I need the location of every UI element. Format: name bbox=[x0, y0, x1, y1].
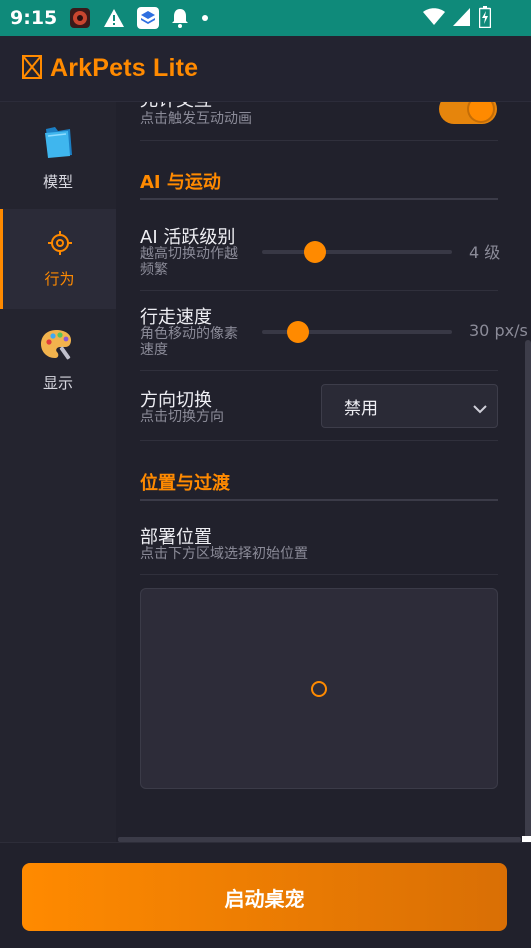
app-notification-icon bbox=[69, 7, 91, 29]
sidebar: 模型 行为 显示 bbox=[0, 102, 116, 842]
deploy-position-desc: 点击下方区域选择初始位置 bbox=[140, 546, 308, 562]
launch-pet-button[interactable]: 启动桌宠 bbox=[22, 863, 507, 931]
vertical-scrollbar[interactable] bbox=[525, 340, 531, 840]
walk-speed-desc: 速度 bbox=[140, 342, 168, 358]
direction-select-value: 禁用 bbox=[344, 398, 378, 419]
section-title-ai: AI 与运动 bbox=[140, 172, 221, 193]
sidebar-item-label: 模型 bbox=[42, 172, 73, 191]
sidebar-item-label: 显示 bbox=[42, 373, 73, 392]
slider-thumb[interactable] bbox=[304, 241, 327, 263]
divider bbox=[140, 290, 498, 291]
toggle-knob bbox=[469, 102, 493, 121]
ai-level-slider[interactable] bbox=[262, 241, 452, 263]
warning-icon bbox=[103, 8, 125, 28]
palette-icon bbox=[40, 328, 76, 364]
divider bbox=[140, 440, 498, 441]
app-header: ArkPets Lite bbox=[0, 36, 531, 102]
slider-thumb[interactable] bbox=[287, 321, 310, 343]
section-divider bbox=[140, 499, 498, 501]
divider bbox=[140, 140, 498, 141]
app-title: ArkPets Lite bbox=[50, 54, 199, 82]
ai-level-value: 4 级 bbox=[469, 243, 501, 262]
position-marker bbox=[311, 680, 327, 697]
walk-speed-desc: 角色移动的像素 bbox=[140, 326, 238, 342]
sidebar-item-label: 行为 bbox=[44, 269, 75, 288]
ai-level-desc: 越高切换动作越 bbox=[140, 246, 238, 262]
gear-icon bbox=[47, 230, 73, 260]
chevron-down-icon bbox=[473, 399, 487, 419]
position-picker-area[interactable] bbox=[140, 588, 498, 789]
sidebar-item-behavior[interactable]: 行为 bbox=[0, 209, 116, 309]
settings-content[interactable]: 允许交互 点击触发互动动画 AI 与运动 AI 活跃级别 越高切换动作越 频繁 … bbox=[116, 102, 531, 842]
status-bar: 9:15 bbox=[0, 0, 531, 36]
section-divider bbox=[140, 198, 498, 200]
signal-icon bbox=[453, 8, 471, 30]
battery-charging-icon bbox=[478, 6, 492, 32]
section-title-position: 位置与过渡 bbox=[140, 473, 230, 494]
interaction-toggle[interactable] bbox=[439, 102, 497, 124]
layers-app-icon bbox=[137, 7, 160, 29]
status-time: 9:15 bbox=[10, 7, 58, 29]
direction-desc: 点击切换方向 bbox=[140, 409, 224, 425]
wifi-icon bbox=[423, 8, 445, 30]
folder-icon bbox=[43, 125, 73, 163]
box-x-icon bbox=[22, 54, 42, 83]
dot-icon bbox=[201, 14, 209, 22]
slider-track bbox=[262, 250, 452, 254]
divider bbox=[140, 370, 498, 371]
walk-speed-slider[interactable] bbox=[262, 321, 452, 343]
divider bbox=[140, 574, 498, 575]
setting-desc: 点击触发互动动画 bbox=[140, 111, 252, 127]
sidebar-item-model[interactable]: 模型 bbox=[0, 108, 116, 208]
direction-select[interactable]: 禁用 bbox=[321, 384, 498, 428]
bell-icon bbox=[171, 8, 189, 28]
walk-speed-value: 30 px/s bbox=[469, 321, 528, 340]
footer: 启动桌宠 bbox=[0, 842, 531, 948]
ai-level-desc: 频繁 bbox=[140, 262, 168, 278]
sidebar-item-display[interactable]: 显示 bbox=[0, 310, 116, 410]
